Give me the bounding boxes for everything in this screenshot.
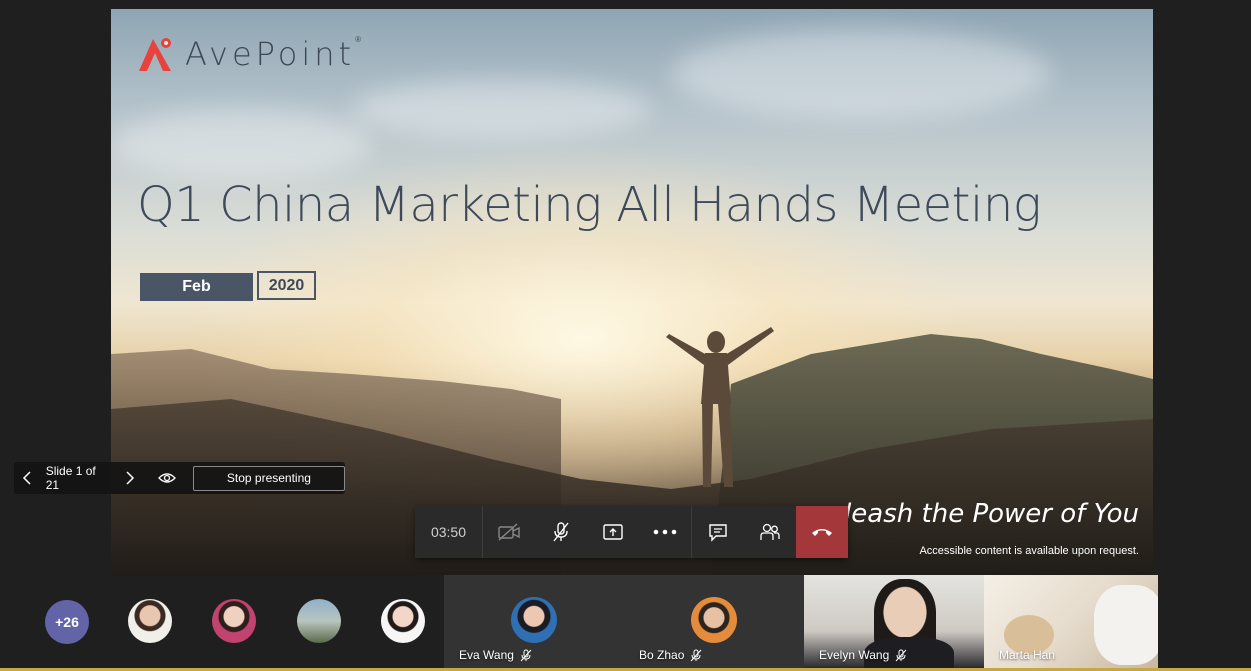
logo-wordmark: AvePoint	[185, 35, 356, 73]
chat-icon	[709, 524, 727, 542]
hang-up-button[interactable]	[796, 506, 848, 558]
more-options-button[interactable]	[639, 506, 691, 558]
participant-video-feed	[1094, 585, 1158, 665]
participant-name-label: Evelyn Wang	[819, 648, 907, 662]
slide-title: Q1 China Marketing All Hands Meeting	[137, 177, 1042, 233]
previous-slide-button[interactable]	[14, 462, 40, 494]
camera-toggle-button[interactable]	[483, 506, 535, 558]
participant-name-label: Marta Han	[999, 648, 1055, 662]
mic-off-icon	[520, 649, 532, 661]
slide-tagline: leash the Power of You	[844, 499, 1139, 529]
participant-name-label: Bo Zhao	[639, 648, 702, 662]
participant-avatar	[691, 597, 737, 643]
avepoint-logo: AvePoint®	[135, 35, 361, 73]
participant-name: Evelyn Wang	[819, 648, 890, 662]
avepoint-logo-icon	[139, 38, 171, 71]
share-screen-button[interactable]	[587, 506, 639, 558]
eye-icon	[158, 473, 176, 483]
more-participants-badge[interactable]: +26	[45, 600, 89, 644]
stop-presenting-button[interactable]: Stop presenting	[192, 465, 345, 491]
private-viewing-toggle[interactable]	[149, 462, 185, 494]
chevron-right-icon	[126, 471, 135, 485]
participant-name: Marta Han	[999, 648, 1056, 662]
next-slide-button[interactable]	[118, 462, 144, 494]
participant-avatar[interactable]	[128, 599, 172, 643]
call-control-bar: 03:50	[415, 506, 848, 558]
share-screen-icon	[603, 524, 623, 540]
participant-tile[interactable]: Eva Wang	[444, 575, 624, 668]
chat-button[interactable]	[692, 506, 744, 558]
camera-off-icon	[498, 523, 520, 541]
participant-video-tile[interactable]: Evelyn Wang	[804, 575, 984, 668]
chevron-left-icon	[22, 471, 31, 485]
registered-mark: ®	[355, 35, 361, 44]
participant-name: Eva Wang	[459, 648, 514, 662]
presenter-toolbar: Slide 1 of 21 Stop presenting	[14, 462, 345, 494]
mic-off-icon	[691, 649, 702, 661]
mic-off-icon	[553, 522, 569, 542]
call-timer: 03:50	[415, 506, 483, 558]
participant-video-tile[interactable]: Marta Han	[984, 575, 1158, 668]
mic-toggle-button[interactable]	[535, 506, 587, 558]
mic-off-icon	[895, 649, 907, 661]
participants-icon	[760, 523, 780, 540]
participant-name-label: Eva Wang	[459, 648, 532, 662]
participants-button[interactable]	[744, 506, 796, 558]
participant-tile[interactable]: Bo Zhao	[624, 575, 804, 668]
participant-strip: +26 Eva Wang Bo Zhao Evelyn Wang Marta H…	[0, 575, 1251, 668]
slide-counter: Slide 1 of 21	[45, 464, 96, 492]
slide-year-label: 2020	[257, 271, 316, 300]
participant-avatar[interactable]	[381, 599, 425, 643]
more-options-icon	[653, 529, 677, 535]
hang-up-icon	[812, 529, 832, 536]
participant-name: Bo Zhao	[639, 648, 685, 662]
participant-avatar[interactable]	[212, 599, 256, 643]
participant-avatar	[511, 597, 557, 643]
participant-avatar[interactable]	[297, 599, 341, 643]
accessible-content-note: Accessible content is available upon req…	[919, 545, 1139, 557]
slide-month-label: Feb	[140, 273, 253, 301]
